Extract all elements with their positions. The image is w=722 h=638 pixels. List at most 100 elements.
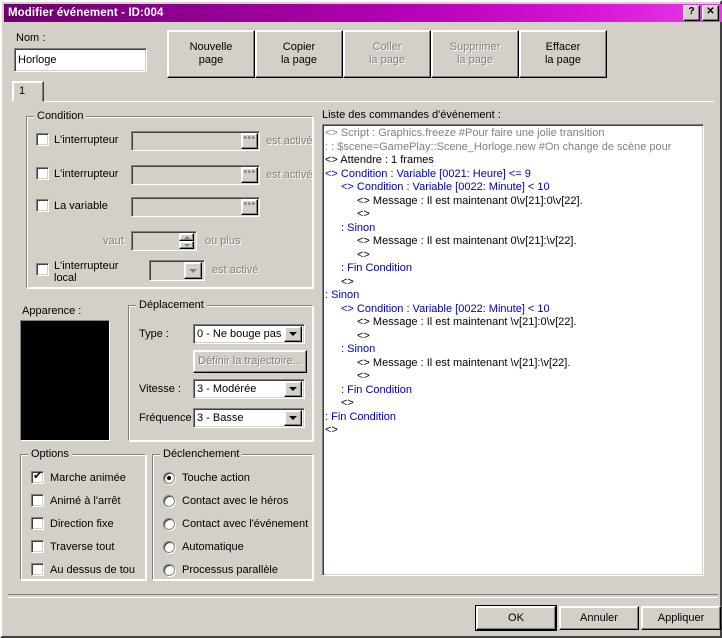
vaut-stepper[interactable] (179, 233, 194, 249)
event-command-line[interactable]: <> Script : Graphics.freeze #Pour faire … (325, 127, 701, 141)
define-trajectory-button[interactable]: Définir la trajectoire... (193, 350, 307, 373)
option-walking-animation-label: Marche animée (50, 472, 126, 484)
titlebar-buttons: ? ✕ (683, 5, 719, 21)
event-command-line[interactable]: : Fin Condition (325, 262, 701, 276)
option-through-checkbox[interactable] (31, 540, 44, 553)
clear-page-line1: Effacer (545, 41, 581, 53)
apply-button[interactable]: Appliquer (641, 606, 721, 630)
delete-page-button[interactable]: Supprimer la page (431, 30, 519, 78)
command-text: Script : Graphics.freeze #Pour faire une… (337, 127, 605, 139)
chevron-down-icon[interactable] (284, 410, 302, 426)
event-command-line[interactable]: <> Condition : Variable [0022: Minute] <… (325, 181, 701, 195)
switch1-suffix: est activé (266, 135, 313, 147)
event-command-line[interactable]: <> (325, 424, 701, 438)
trigger-autorun-radio[interactable] (163, 541, 175, 553)
command-text: Message : Il est maintenant \v[21]:\v[22… (369, 356, 571, 369)
event-command-line[interactable]: <> (325, 208, 701, 222)
chevron-down-icon[interactable] (284, 326, 302, 342)
event-command-line[interactable]: : Sinon (325, 289, 701, 303)
titlebar[interactable]: Modifier événement - ID:004 ? ✕ (4, 4, 722, 22)
variable-checkbox[interactable] (36, 199, 49, 212)
command-marker-icon: <> (357, 356, 370, 369)
event-command-line[interactable]: <> Message : Il est maintenant \v[21]:\v… (325, 357, 701, 371)
command-marker-icon: <> (341, 275, 354, 288)
copy-page-button[interactable]: Copier la page (255, 30, 343, 78)
event-command-line[interactable]: : Sinon (325, 343, 701, 357)
event-command-line[interactable]: : Fin Condition (325, 384, 701, 398)
copy-page-line2: la page (280, 54, 318, 66)
event-command-line[interactable]: <> (325, 249, 701, 263)
option-always-on-top-checkbox[interactable] (31, 563, 44, 576)
event-command-line[interactable]: <> Condition : Variable [0021: Heure] <=… (325, 168, 701, 182)
event-command-line[interactable]: <> (325, 397, 701, 411)
new-page-line2: page (198, 54, 224, 66)
switch2-suffix: est activé (266, 169, 313, 181)
command-marker-icon: <> (357, 370, 370, 382)
event-command-line[interactable]: <> Message : Il est maintenant 0\v[21]:0… (325, 195, 701, 209)
command-text: : $scene=GamePlay::Scene_Horloge.new #On… (328, 140, 672, 153)
name-input[interactable]: Horloge (14, 48, 147, 72)
speed-combo[interactable]: 3 - Modérée (193, 379, 305, 399)
name-label: Nom : (16, 32, 46, 44)
switch2-browse-icon[interactable]: ••• (241, 167, 258, 183)
tab-page-1[interactable]: 1 (12, 81, 44, 102)
event-command-line[interactable]: <> Condition : Variable [0022: Minute] <… (325, 303, 701, 317)
option-walking-animation-checkbox[interactable] (31, 470, 44, 484)
ou-plus-label: ou plus (205, 235, 241, 247)
frequency-combo[interactable]: 3 - Basse (193, 408, 305, 428)
type-label: Type : (139, 328, 169, 340)
help-icon[interactable]: ? (683, 5, 700, 21)
stepper-up-icon[interactable] (179, 233, 194, 241)
footer-divider (8, 594, 718, 598)
switch1-label: L'interrupteur (54, 134, 119, 146)
command-marker-icon: <> (325, 167, 338, 180)
clear-page-button[interactable]: Effacer la page (519, 30, 607, 78)
chevron-down-icon[interactable] (284, 381, 302, 397)
command-marker-icon: <> (357, 329, 370, 342)
local-switch-label: L'interrupteur local (54, 260, 119, 284)
trigger-parallel-radio[interactable] (163, 564, 175, 576)
delete-page-line2: la page (456, 54, 494, 66)
switch1-checkbox[interactable] (36, 133, 49, 146)
command-text: Message : Il est maintenant 0\v[21]:0\v[… (369, 194, 583, 207)
trigger-player-touch-radio[interactable] (163, 495, 175, 507)
command-marker-icon: <> (341, 302, 354, 315)
trigger-action-button-radio[interactable] (163, 472, 175, 484)
option-through-label: Traverse tout (50, 541, 115, 553)
command-text: Condition : Variable [0021: Heure] <= 9 (337, 167, 531, 180)
option-fixed-direction-checkbox[interactable] (31, 517, 44, 530)
cancel-button[interactable]: Annuler (559, 606, 639, 630)
local-switch-combo[interactable] (149, 260, 205, 281)
command-text: Sinon (344, 343, 376, 355)
trigger-parallel-label: Processus parallèle (182, 564, 278, 576)
event-command-line[interactable]: <> (325, 276, 701, 290)
event-command-line[interactable]: : : $scene=GamePlay::Scene_Horloge.new #… (325, 141, 701, 155)
switch2-checkbox[interactable] (36, 167, 49, 180)
command-marker-icon: <> (357, 194, 370, 207)
event-command-list[interactable]: <> Script : Graphics.freeze #Pour faire … (322, 124, 704, 576)
movement-type-combo[interactable]: 0 - Ne bouge pas (193, 324, 305, 344)
chevron-down-icon[interactable] (184, 262, 202, 279)
apparence-preview[interactable] (20, 320, 110, 441)
trigger-player-touch-label: Contact avec le héros (182, 495, 289, 507)
option-stepping-animation-checkbox[interactable] (31, 494, 44, 507)
condition-group: Condition L'interrupteur ••• est activé … (26, 110, 313, 288)
variable-browse-icon[interactable]: ••• (241, 199, 258, 215)
event-command-line[interactable]: : Fin Condition (325, 411, 701, 425)
window-title: Modifier événement - ID:004 (8, 7, 164, 19)
paste-page-button[interactable]: Coller la page (343, 30, 431, 78)
event-command-line[interactable]: <> (325, 370, 701, 384)
trigger-event-touch-radio[interactable] (163, 518, 175, 530)
new-page-button[interactable]: Nouvelle page (167, 30, 255, 78)
local-switch-checkbox[interactable] (36, 263, 49, 276)
deplacement-group-label: Déplacement (136, 299, 207, 311)
close-icon[interactable]: ✕ (702, 5, 719, 21)
event-command-line[interactable]: <> Message : Il est maintenant \v[21]:0\… (325, 316, 701, 330)
event-command-line[interactable]: <> Message : Il est maintenant 0\v[21]:\… (325, 235, 701, 249)
event-command-line[interactable]: <> (325, 330, 701, 344)
event-command-line[interactable]: : Sinon (325, 222, 701, 236)
event-command-line[interactable]: <> Attendre : 1 frames (325, 154, 701, 168)
ok-button[interactable]: OK (476, 606, 556, 630)
stepper-down-icon[interactable] (179, 241, 194, 249)
switch1-browse-icon[interactable]: ••• (241, 133, 258, 149)
